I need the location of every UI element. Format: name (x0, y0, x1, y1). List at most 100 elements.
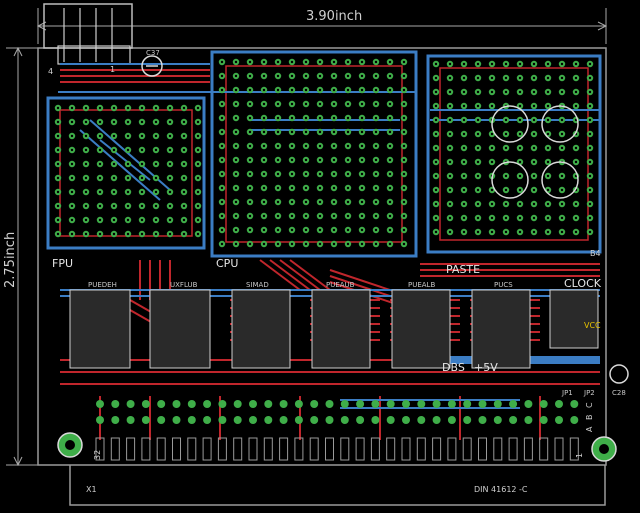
edge-pin[interactable] (447, 416, 456, 424)
via-hole (290, 172, 294, 176)
via-hole (588, 76, 592, 80)
edge-pin[interactable] (203, 416, 212, 424)
edge-pin[interactable] (432, 416, 441, 424)
edge-pin[interactable] (111, 400, 120, 408)
edge-pin[interactable] (249, 416, 257, 424)
via-hole (332, 88, 336, 92)
via-hole (360, 74, 364, 78)
via-hole (304, 214, 308, 218)
edge-pin[interactable] (570, 400, 579, 408)
edge-pin[interactable] (233, 400, 242, 408)
edge-pin[interactable] (111, 416, 120, 424)
edge-pin[interactable] (447, 400, 456, 408)
edge-pin[interactable] (402, 416, 410, 424)
edge-pin[interactable] (310, 400, 319, 408)
edge-pin[interactable] (96, 400, 104, 408)
edge-pin[interactable] (356, 400, 365, 408)
via-hole (560, 202, 564, 206)
edge-pin[interactable] (172, 400, 181, 408)
edge-pin[interactable] (340, 416, 349, 424)
edge-pin[interactable] (126, 400, 135, 408)
via-hole (276, 214, 280, 218)
edge-pin[interactable] (539, 416, 548, 424)
edge-pin[interactable] (249, 400, 257, 408)
edge-pin[interactable] (279, 416, 288, 424)
edge-pin[interactable] (478, 400, 487, 408)
via-hole (98, 148, 102, 152)
edge-pin[interactable] (509, 416, 518, 424)
edge-pin[interactable] (386, 400, 395, 408)
edge-pin[interactable] (417, 416, 426, 424)
via-hole (360, 60, 364, 64)
via-hole (346, 130, 350, 134)
via-hole (360, 130, 364, 134)
edge-pin[interactable] (478, 416, 487, 424)
edge-pin[interactable] (402, 400, 410, 408)
via-hole (56, 106, 60, 110)
mounting-hole-left[interactable] (57, 432, 83, 458)
edge-pin[interactable] (279, 400, 288, 408)
via-hole (126, 106, 130, 110)
via-hole (56, 120, 60, 124)
mounting-hole-right[interactable] (591, 436, 617, 462)
pcb-board-canvas[interactable] (0, 0, 640, 513)
edge-pin[interactable] (96, 416, 104, 424)
via-hole (546, 188, 550, 192)
edge-pin[interactable] (432, 400, 441, 408)
via-hole (290, 200, 294, 204)
edge-pin[interactable] (157, 416, 166, 424)
via-hole (546, 76, 550, 80)
edge-pin[interactable] (555, 400, 563, 408)
edge-pin[interactable] (463, 400, 472, 408)
edge-pin[interactable] (218, 416, 227, 424)
via-hole (70, 176, 74, 180)
via-hole (168, 106, 172, 110)
via-hole (360, 186, 364, 190)
via-hole (402, 186, 406, 190)
edge-pin[interactable] (126, 416, 135, 424)
edge-pin[interactable] (539, 400, 548, 408)
edge-pin[interactable] (356, 416, 365, 424)
via-hole (476, 62, 480, 66)
edge-pin[interactable] (187, 400, 196, 408)
edge-pin[interactable] (371, 400, 380, 408)
edge-pin[interactable] (570, 416, 579, 424)
edge-pin[interactable] (203, 400, 212, 408)
edge-pin[interactable] (218, 400, 227, 408)
via-hole (234, 242, 238, 246)
edge-pin[interactable] (325, 416, 334, 424)
via-hole (56, 162, 60, 166)
edge-pin[interactable] (187, 416, 196, 424)
via-hole (220, 242, 224, 246)
via-hole (504, 202, 508, 206)
edge-pin[interactable] (463, 416, 472, 424)
edge-pin[interactable] (509, 400, 518, 408)
via-hole (462, 230, 466, 234)
edge-pin[interactable] (555, 416, 563, 424)
edge-pin[interactable] (294, 400, 303, 408)
edge-pin[interactable] (386, 416, 395, 424)
edge-pin[interactable] (141, 400, 150, 408)
edge-pin[interactable] (294, 416, 303, 424)
edge-pin[interactable] (493, 400, 502, 408)
edge-pin[interactable] (371, 416, 380, 424)
edge-pin[interactable] (172, 416, 181, 424)
via-hole (346, 242, 350, 246)
edge-pin[interactable] (493, 416, 502, 424)
via-hole (126, 204, 130, 208)
edge-pin[interactable] (141, 416, 150, 424)
edge-pin[interactable] (524, 416, 533, 424)
edge-pin[interactable] (524, 400, 533, 408)
edge-pin[interactable] (264, 400, 273, 408)
edge-pin[interactable] (310, 416, 319, 424)
via-hole (168, 218, 172, 222)
ic-label-3: SIMAD (246, 281, 269, 289)
edge-pin[interactable] (233, 416, 242, 424)
edge-pin[interactable] (157, 400, 166, 408)
via-hole (532, 62, 536, 66)
via-hole (504, 118, 508, 122)
edge-pin[interactable] (264, 416, 273, 424)
edge-pin[interactable] (417, 400, 426, 408)
edge-pin[interactable] (340, 400, 349, 408)
edge-pin[interactable] (325, 400, 334, 408)
